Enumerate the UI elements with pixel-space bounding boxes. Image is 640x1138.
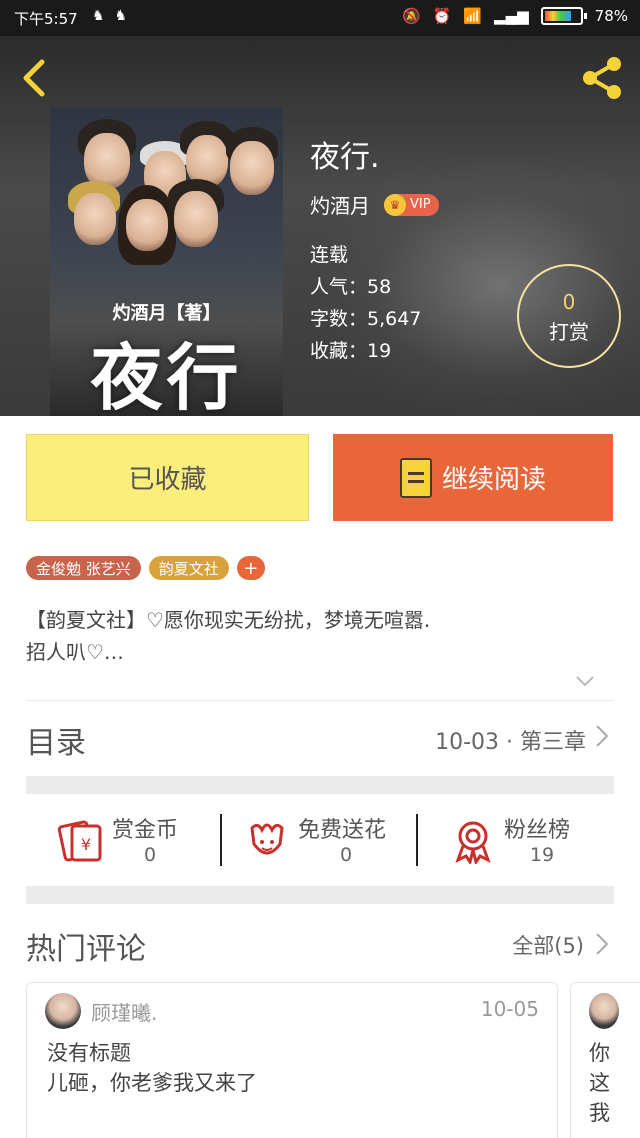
tip-label: 打赏	[549, 320, 589, 344]
comment-card[interactable]: 你 这 我	[570, 982, 640, 1138]
comment-title: 没有标题	[47, 1041, 131, 1065]
notification-icons: ♞♞	[92, 8, 138, 24]
avatar[interactable]	[45, 993, 81, 1029]
tag-item[interactable]: 金俊勉 张艺兴	[26, 556, 141, 580]
comment-body: 儿砸，你老爹我又来了	[47, 1071, 257, 1095]
comment-text: 你	[589, 1041, 610, 1065]
action-bar: ¥ 赏金币 0 免费送花 0 粉丝榜 19	[26, 796, 614, 886]
back-button[interactable]	[18, 56, 50, 100]
book-cover[interactable]: 灼酒月【著】 夜行	[50, 107, 283, 416]
mute-icon: 🔕	[401, 7, 421, 25]
status-right: 🔕 ⏰ 📶 ▂▄▆ 78%	[402, 7, 628, 25]
tip-count: 0	[562, 290, 576, 314]
fan-ranking-action[interactable]: 粉丝榜 19	[418, 796, 614, 886]
tag-item[interactable]: 韵夏文社	[148, 556, 229, 580]
latest-chapter: 10-03 · 第三章	[435, 730, 586, 755]
book-favorites: 收藏：19	[310, 340, 392, 362]
author-row: 灼酒月 ♛ VIP	[310, 190, 439, 219]
action-count: 0	[143, 844, 157, 866]
action-name: 赏金币	[112, 818, 179, 843]
action-name: 免费送花	[298, 818, 387, 843]
book-description: 【韵夏文社】♡愿你现实无纷扰，梦境无喧嚣. 招人叭♡…	[26, 608, 431, 664]
vip-badge: ♛ VIP	[384, 193, 439, 216]
all-comments-link[interactable]: 全部(5)	[512, 930, 584, 960]
chevron-right-icon	[594, 722, 610, 757]
catalog-label: 目录	[26, 726, 86, 761]
battery-percent: 78%	[594, 7, 628, 25]
vip-label: VIP	[410, 197, 431, 212]
tip-button[interactable]: 0 打赏	[517, 264, 621, 368]
hot-comments-title: 热门评论	[26, 932, 146, 967]
book-title: 夜行.	[310, 140, 380, 175]
coin-reward-action[interactable]: ¥ 赏金币 0	[26, 796, 222, 886]
catalog-row[interactable]: 目录 10-03 · 第三章	[26, 712, 614, 768]
expand-chevron-icon[interactable]	[572, 668, 598, 694]
share-icon	[583, 57, 621, 99]
alarm-icon: ⏰	[432, 7, 452, 25]
section-separator	[26, 886, 614, 904]
action-count: 0	[339, 844, 353, 866]
battery-icon	[540, 7, 587, 25]
tag-list: 金俊勉 张艺兴 韵夏文社 +	[26, 556, 265, 580]
comment-text: 这	[589, 1071, 610, 1095]
cover-artwork	[54, 115, 279, 285]
collected-button[interactable]: 已收藏	[26, 434, 309, 521]
book-popularity: 人气：58	[310, 276, 392, 298]
comment-date: 10-05	[480, 997, 539, 1021]
author-name[interactable]: 灼酒月	[310, 190, 370, 219]
status-time: 下午5:57	[14, 10, 78, 28]
continue-reading-label: 继续阅读	[441, 465, 546, 495]
svg-text:¥: ¥	[81, 835, 91, 854]
hot-comments-header: 热门评论 全部(5)	[26, 920, 614, 968]
comment-card[interactable]: 顾瑾曦. 10-05 没有标题 儿砸，你老爹我又来了	[26, 982, 558, 1138]
comment-text: 我	[589, 1101, 610, 1125]
free-flower-action[interactable]: 免费送花 0	[222, 796, 418, 886]
section-separator	[26, 776, 614, 794]
crown-icon: ♛	[384, 193, 406, 216]
book-header: 灼酒月【著】 夜行 夜行. 灼酒月 ♛ VIP 连载 人气：58 字数：5,64…	[0, 36, 640, 416]
cover-title: 夜行	[90, 335, 243, 416]
comment-username[interactable]: 顾瑾曦.	[91, 997, 157, 1026]
book-word-count: 字数：5,647	[310, 308, 422, 330]
divider	[26, 700, 614, 701]
book-info: 夜行. 灼酒月 ♛ VIP 连载 人气：58 字数：5,647 收藏：19	[310, 132, 439, 367]
status-bar: 下午5:57 ♞♞ 🔕 ⏰ 📶 ▂▄▆ 78%	[0, 0, 640, 36]
collected-label: 已收藏	[128, 465, 207, 495]
share-button[interactable]	[578, 54, 626, 102]
continue-reading-button[interactable]: 继续阅读	[333, 434, 613, 521]
action-name: 粉丝榜	[504, 818, 571, 843]
avatar[interactable]	[589, 993, 619, 1029]
back-arrow-icon	[23, 59, 45, 97]
signal-icon: ▂▄▆	[494, 7, 529, 25]
action-count: 19	[529, 844, 555, 866]
red-envelope-icon: ¥	[57, 820, 102, 862]
award-ribbon-icon	[455, 821, 491, 864]
flower-icon	[250, 823, 284, 855]
book-icon	[399, 457, 432, 498]
book-status: 连载	[310, 244, 349, 266]
wifi-icon: 📶	[463, 7, 483, 25]
chevron-right-icon	[594, 930, 610, 965]
add-tag-button[interactable]: +	[236, 556, 265, 580]
